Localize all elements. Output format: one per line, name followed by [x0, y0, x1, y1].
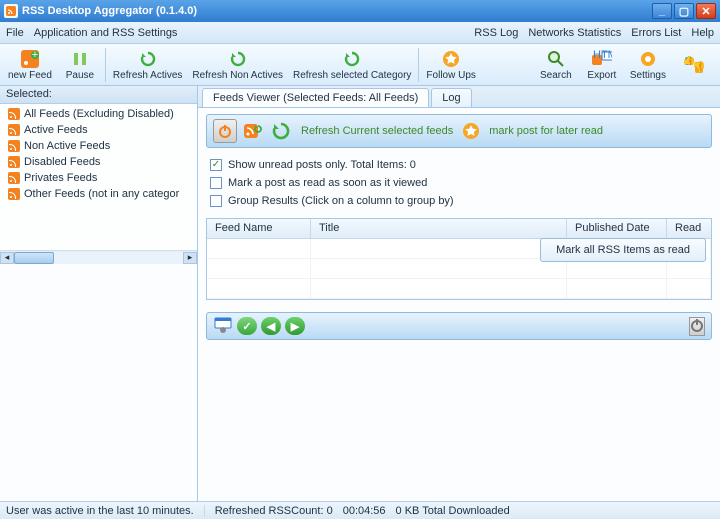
- refresh-icon: [342, 49, 362, 69]
- tab-feeds-viewer[interactable]: Feeds Viewer (Selected Feeds: All Feeds): [202, 88, 429, 107]
- close-button[interactable]: ✕: [696, 3, 716, 19]
- col-published-date[interactable]: Published Date: [567, 219, 667, 238]
- col-title[interactable]: Title: [311, 219, 567, 238]
- title-bar: RSS Desktop Aggregator (0.1.4.0) _ ▢ ✕: [0, 0, 720, 22]
- refresh-current-label: Refresh Current selected feeds: [301, 125, 453, 137]
- show-unread-label: Show unread posts only. Total Items: 0: [228, 159, 416, 171]
- action-bar: Refresh Current selected feeds mark post…: [206, 114, 712, 148]
- window-title: RSS Desktop Aggregator (0.1.4.0): [22, 5, 650, 17]
- html-view-button[interactable]: [213, 316, 233, 337]
- power-button-bottom[interactable]: [689, 317, 705, 336]
- viewer-nav-bar: ✓ ◀ ▶: [206, 312, 712, 340]
- svg-text:HTML: HTML: [593, 50, 612, 61]
- scroll-track[interactable]: [14, 252, 183, 264]
- export-button[interactable]: HTML Export: [580, 46, 624, 84]
- status-timer: 00:04:56: [343, 505, 386, 517]
- search-button[interactable]: Search: [534, 46, 578, 84]
- rss-icon: [8, 108, 20, 120]
- menu-network-statistics[interactable]: Networks Statistics: [528, 27, 621, 39]
- settings-button[interactable]: Settings: [626, 46, 670, 84]
- follow-ups-button[interactable]: Follow Ups: [422, 46, 479, 84]
- rss-icon: [8, 188, 20, 200]
- table-row[interactable]: [207, 259, 711, 279]
- tree-item-disabled-feeds[interactable]: Disabled Feeds: [4, 154, 193, 170]
- options-panel: Show unread posts only. Total Items: 0 M…: [198, 154, 720, 212]
- tree-item-non-active-feeds[interactable]: Non Active Feeds: [4, 138, 193, 154]
- pause-icon: [70, 49, 90, 69]
- menu-rss-log[interactable]: RSS Log: [474, 27, 518, 39]
- main-toolbar: + new Feed Pause Refresh Actives Refresh…: [0, 44, 720, 86]
- sidebar-hscrollbar[interactable]: ◂ ▸: [0, 250, 197, 264]
- status-refresh-count: Refreshed RSSCount: 0: [215, 505, 333, 517]
- star-icon: [441, 49, 461, 69]
- rss-icon: [8, 140, 20, 152]
- sidebar-heading: Selected:: [0, 86, 197, 104]
- refresh-icon: [228, 49, 248, 69]
- sidebar: Selected: All Feeds (Excluding Disabled)…: [0, 86, 198, 501]
- status-download: 0 KB Total Downloaded: [396, 505, 510, 517]
- rss-icon: [8, 172, 20, 184]
- tree-item-other-feeds[interactable]: Other Feeds (not in any categor: [4, 186, 193, 202]
- new-feed-button[interactable]: + new Feed: [4, 46, 56, 84]
- menu-app-settings[interactable]: Application and RSS Settings: [34, 27, 178, 39]
- rss-plus-icon: +: [20, 49, 40, 69]
- power-button[interactable]: [213, 119, 237, 143]
- star-mark-icon[interactable]: [461, 121, 481, 141]
- sidebar-empty-area: [0, 264, 197, 501]
- scroll-right-arrow[interactable]: ▸: [183, 252, 197, 264]
- tree-item-private-feeds[interactable]: Privates Feeds: [4, 170, 193, 186]
- mark-as-read-checkbox[interactable]: [210, 177, 222, 189]
- mark-all-read-button[interactable]: Mark all RSS Items as read: [540, 238, 706, 262]
- workspace: Selected: All Feeds (Excluding Disabled)…: [0, 86, 720, 501]
- col-read[interactable]: Read: [667, 219, 711, 238]
- rss-icon: [8, 124, 20, 136]
- svg-text:👎: 👎: [692, 61, 704, 74]
- tree-item-active-feeds[interactable]: Active Feeds: [4, 122, 193, 138]
- mark-as-read-label: Mark a post as read as soon as it viewed: [228, 177, 427, 189]
- search-icon: [546, 49, 566, 69]
- grid-header: Feed Name Title Published Date Read: [207, 219, 711, 239]
- show-unread-checkbox[interactable]: [210, 159, 222, 171]
- group-results-checkbox[interactable]: [210, 195, 222, 207]
- tab-strip: Feeds Viewer (Selected Feeds: All Feeds)…: [198, 86, 720, 108]
- status-bar: User was active in the last 10 minutes. …: [0, 501, 720, 519]
- table-row[interactable]: [207, 279, 711, 299]
- export-html-icon: HTML: [592, 49, 612, 69]
- feed-tree: All Feeds (Excluding Disabled) Active Fe…: [0, 104, 197, 250]
- svg-text:+: +: [32, 50, 38, 61]
- next-button[interactable]: ▶: [285, 317, 305, 335]
- menu-errors-list[interactable]: Errors List: [631, 27, 681, 39]
- main-panel: Feeds Viewer (Selected Feeds: All Feeds)…: [198, 86, 720, 501]
- thumbs-icon: 👍👎: [684, 55, 704, 75]
- refresh-non-actives-button[interactable]: Refresh Non Actives: [188, 46, 287, 84]
- group-results-label: Group Results (Click on a column to grou…: [228, 195, 454, 207]
- refresh-green-icon[interactable]: [269, 119, 293, 143]
- menu-bar: File Application and RSS Settings RSS Lo…: [0, 22, 720, 44]
- maximize-button[interactable]: ▢: [674, 3, 694, 19]
- rss-icon: [8, 156, 20, 168]
- refresh-icon: [138, 49, 158, 69]
- mark-later-label: mark post for later read: [489, 125, 603, 137]
- feed-refresh-icon[interactable]: [241, 119, 265, 143]
- gear-icon: [638, 49, 658, 69]
- status-activity: User was active in the last 10 minutes.: [6, 505, 205, 517]
- minimize-button[interactable]: _: [652, 3, 672, 19]
- refresh-selected-category-button[interactable]: Refresh selected Category: [289, 46, 415, 84]
- tree-item-all-feeds[interactable]: All Feeds (Excluding Disabled): [4, 106, 193, 122]
- scroll-left-arrow[interactable]: ◂: [0, 252, 14, 264]
- menu-help[interactable]: Help: [691, 27, 714, 39]
- tab-log[interactable]: Log: [431, 88, 471, 107]
- confirm-button[interactable]: ✓: [237, 317, 257, 335]
- refresh-actives-button[interactable]: Refresh Actives: [109, 46, 186, 84]
- prev-button[interactable]: ◀: [261, 317, 281, 335]
- app-icon: [4, 4, 18, 18]
- menu-file[interactable]: File: [6, 27, 24, 39]
- thumbs-button[interactable]: 👍👎: [672, 46, 716, 84]
- scroll-thumb[interactable]: [14, 252, 54, 264]
- pause-button[interactable]: Pause: [58, 46, 102, 84]
- col-feed-name[interactable]: Feed Name: [207, 219, 311, 238]
